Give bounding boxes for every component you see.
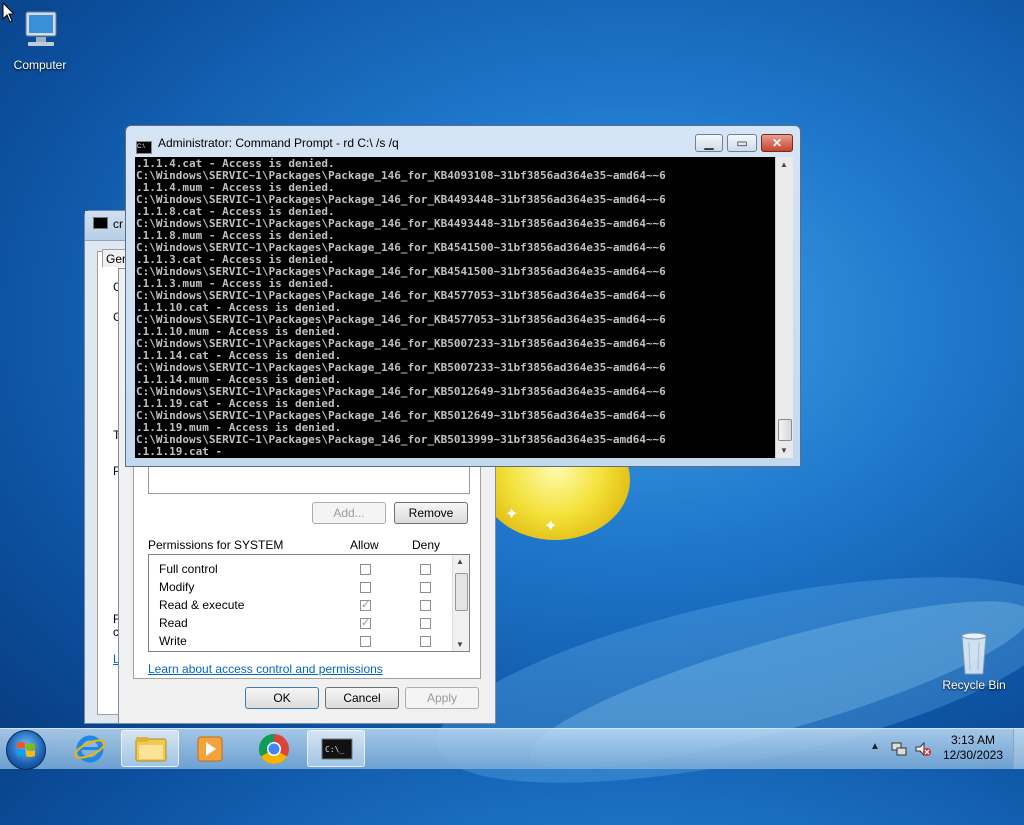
clock-time: 3:13 AM <box>950 733 996 747</box>
network-icon[interactable] <box>890 740 908 758</box>
desktop-icon-computer[interactable]: Computer <box>4 10 76 72</box>
command-prompt-window[interactable]: C:\ Administrator: Command Prompt - rd C:… <box>125 125 801 467</box>
close-icon: ✕ <box>771 136 783 150</box>
svg-text:C:\_: C:\_ <box>325 745 344 754</box>
permission-name: Read <box>159 616 188 630</box>
show-hidden-icons-icon[interactable]: ▲ <box>870 741 880 752</box>
taskbar-internet-explorer[interactable] <box>61 730 119 767</box>
scroll-thumb[interactable] <box>455 573 468 611</box>
taskbar-command-prompt[interactable]: C:\_ <box>307 730 365 767</box>
console-scrollbar[interactable]: ▲ ▼ <box>775 157 793 458</box>
clock-date: 12/30/2023 <box>942 748 1004 762</box>
deny-header: Deny <box>412 538 441 552</box>
allow-checkbox[interactable] <box>360 598 371 611</box>
command-prompt-icon <box>93 217 108 229</box>
permission-name: Full control <box>159 562 218 576</box>
command-prompt-icon: C:\ <box>136 141 152 154</box>
permission-row: Read & execute <box>159 598 244 616</box>
desktop-icon-recycle-bin[interactable]: Recycle Bin <box>938 630 1010 692</box>
windows-logo-icon <box>17 742 35 757</box>
permission-name: Modify <box>159 580 195 594</box>
desktop-icon-label: Computer <box>13 58 67 72</box>
ok-button[interactable]: OK <box>245 687 319 709</box>
allow-checkbox[interactable] <box>360 616 371 629</box>
allow-checkbox[interactable] <box>360 636 371 647</box>
allow-checkbox[interactable] <box>360 582 371 593</box>
file-explorer-icon <box>135 737 167 762</box>
media-player-icon <box>197 736 223 762</box>
permissions-header: Permissions for SYSTEM Allow Deny <box>148 538 448 552</box>
window-titlebar[interactable]: C:\ Administrator: Command Prompt - rd C:… <box>136 136 399 154</box>
permission-row: Modify <box>159 580 194 598</box>
show-desktop-button[interactable] <box>1013 729 1024 769</box>
deny-checkbox[interactable] <box>420 636 431 647</box>
remove-button[interactable]: Remove <box>394 502 468 524</box>
scroll-up-icon[interactable]: ▲ <box>780 160 788 169</box>
permission-name: Read & execute <box>159 598 245 612</box>
scroll-thumb[interactable] <box>778 419 792 441</box>
permission-row: Write <box>159 634 187 652</box>
permission-row: Full control <box>159 562 218 580</box>
permission-name: Write <box>159 634 187 648</box>
add-button[interactable]: Add... <box>312 502 386 524</box>
command-prompt-icon: C:\_ <box>321 738 353 760</box>
taskbar: C:\_ ▲ 3:13 AM 12/30/2023 <box>0 728 1024 770</box>
volume-muted-icon[interactable] <box>914 740 932 758</box>
taskbar-media-player[interactable] <box>181 730 239 767</box>
close-button[interactable]: ✕ <box>761 134 793 152</box>
maximize-button[interactable]: ▭ <box>727 134 757 152</box>
minimize-button[interactable]: ▁ <box>695 134 723 152</box>
permission-row: Read <box>159 616 188 634</box>
deny-checkbox[interactable] <box>420 600 431 611</box>
window-title: cr <box>113 217 123 231</box>
deny-checkbox[interactable] <box>420 564 431 575</box>
scroll-down-icon[interactable]: ▼ <box>780 446 788 455</box>
allow-header: Allow <box>350 538 379 552</box>
taskbar-chrome[interactable] <box>245 730 303 767</box>
cancel-button[interactable]: Cancel <box>325 687 399 709</box>
wallpaper-light-streak <box>420 535 1024 825</box>
apply-button[interactable]: Apply <box>405 687 479 709</box>
window-title: Administrator: Command Prompt - rd C:\ /… <box>158 136 399 150</box>
internet-explorer-icon <box>74 735 106 763</box>
allow-checkbox[interactable] <box>360 564 371 575</box>
permissions-scrollbar[interactable]: ▲ ▼ <box>452 555 469 651</box>
console-output[interactable]: .1.1.4.cat - Access is denied. C:\Window… <box>135 157 775 458</box>
console-text: .1.1.4.cat - Access is denied. C:\Window… <box>136 157 666 458</box>
sparkle-icon: ✦ <box>505 506 519 523</box>
permissions-label: Permissions for SYSTEM <box>148 538 284 552</box>
scroll-down-icon[interactable]: ▼ <box>456 640 464 649</box>
taskbar-file-explorer[interactable] <box>121 730 179 767</box>
sparkle-icon: ✦ <box>544 518 558 535</box>
taskbar-clock[interactable]: 3:13 AM 12/30/2023 <box>940 733 1006 763</box>
minimize-icon: ▁ <box>704 136 714 150</box>
deny-checkbox[interactable] <box>420 618 431 629</box>
scroll-up-icon[interactable]: ▲ <box>456 557 464 566</box>
maximize-icon: ▭ <box>736 136 748 150</box>
access-control-help-link[interactable]: Learn about access control and permissio… <box>148 662 383 676</box>
deny-checkbox[interactable] <box>420 582 431 593</box>
chrome-icon <box>258 734 289 765</box>
permissions-list: Full control Modify Read & execute Read … <box>148 554 470 652</box>
start-button[interactable] <box>6 730 46 770</box>
recycle-bin-icon <box>950 630 998 675</box>
desktop-icon-label: Recycle Bin <box>942 678 1006 692</box>
computer-icon <box>16 10 64 54</box>
